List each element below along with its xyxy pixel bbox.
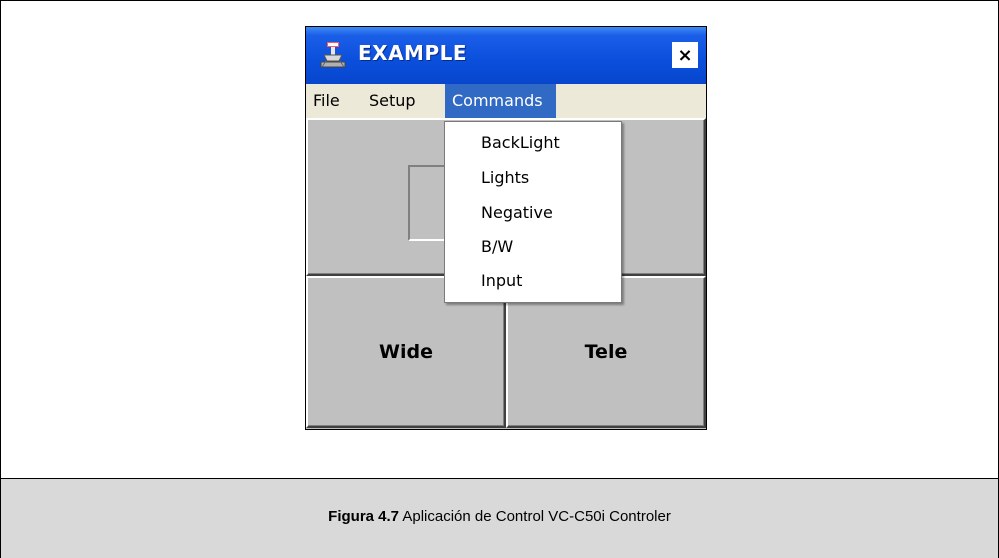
menu-item-bw[interactable]: B/W: [481, 236, 513, 258]
tele-label: Tele: [584, 341, 628, 363]
close-button[interactable]: ×: [672, 42, 698, 68]
menu-commands[interactable]: Commands: [445, 84, 556, 118]
close-icon: ×: [677, 44, 693, 66]
menu-bar: File Setup Commands: [306, 84, 706, 118]
window-title: EXAMPLE: [358, 41, 468, 65]
title-bar[interactable]: EXAMPLE ×: [306, 27, 706, 84]
menu-setup[interactable]: Setup: [362, 84, 423, 118]
menu-item-lights[interactable]: Lights: [481, 167, 529, 189]
menu-item-backlight[interactable]: BackLight: [481, 132, 560, 154]
wide-label: Wide: [379, 341, 433, 363]
figure-caption: Figura 4.7 Aplicación de Control VC-C50i…: [0, 508, 999, 525]
commands-dropdown: BackLight Lights Negative B/W Input: [444, 121, 622, 303]
app-icon: [320, 42, 346, 68]
menu-item-input[interactable]: Input: [481, 270, 522, 292]
figure-label: Figura 4.7: [328, 508, 400, 525]
menu-file[interactable]: File: [306, 84, 347, 118]
figure-caption-text: Aplicación de Control VC-C50i Controler: [399, 508, 671, 525]
menu-item-negative[interactable]: Negative: [481, 202, 553, 224]
